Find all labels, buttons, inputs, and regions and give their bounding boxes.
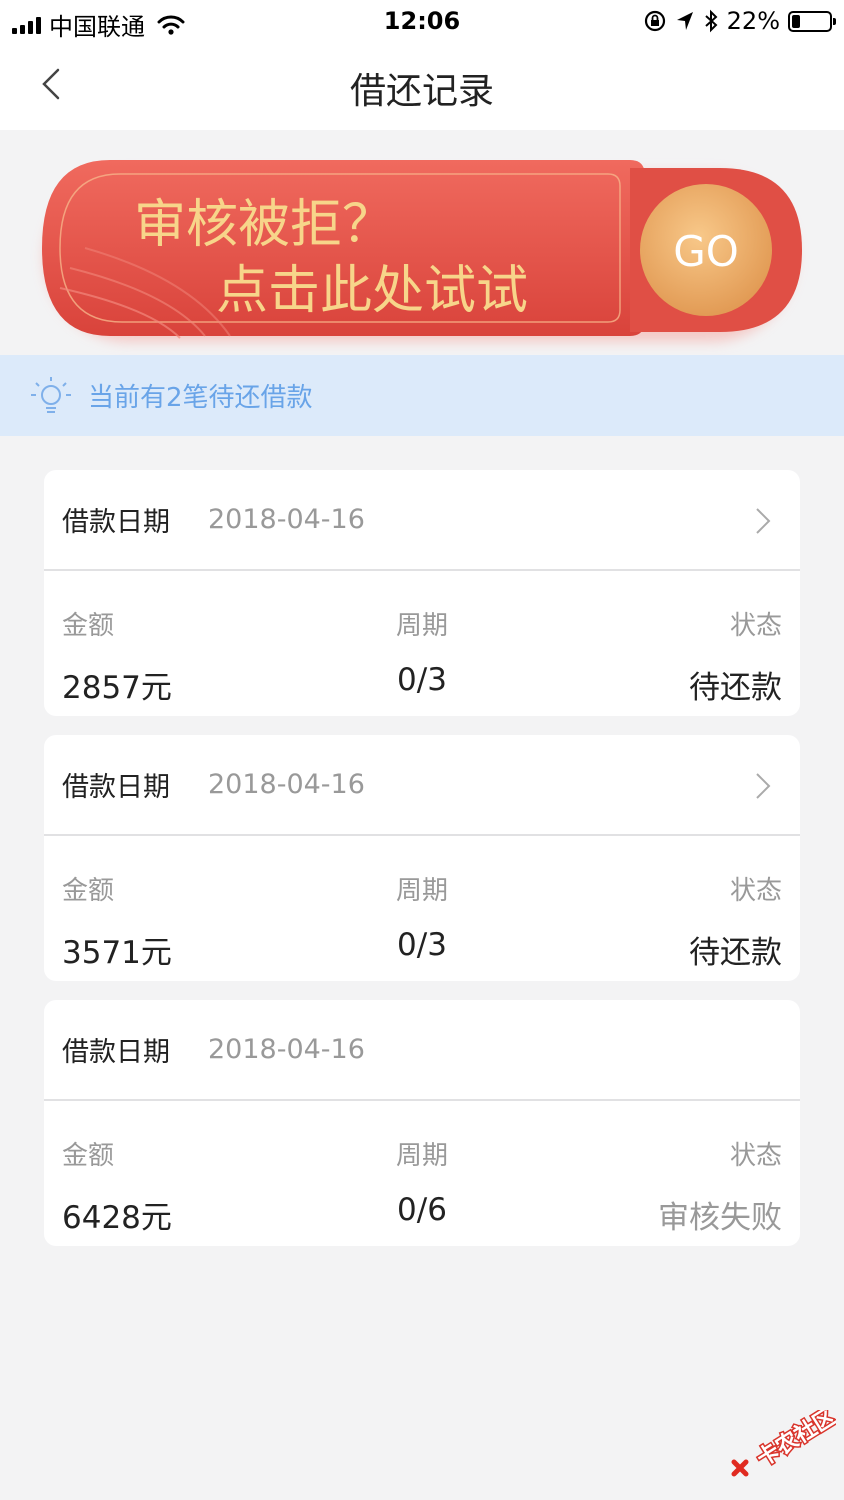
status-column: 状态 审核失败: [658, 1135, 782, 1237]
chevron-right-icon[interactable]: [748, 771, 778, 801]
battery-level: [792, 14, 800, 28]
banner-line1: 审核被拒？: [134, 195, 394, 255]
loan-date: 2018-04-16: [208, 1034, 365, 1065]
loan-card[interactable]: 借款日期 2018-04-16 金额 6428元 周期 0/6 状态 审核失败: [44, 1000, 800, 1246]
period-value: 0/3: [397, 927, 447, 963]
lightbulb-icon: [31, 376, 71, 413]
watermark-text: 卡农社区: [752, 1410, 836, 1472]
promo-banner[interactable]: GO 审核被拒？ 点击此处试试: [30, 148, 814, 358]
chevron-right-icon[interactable]: [748, 506, 778, 536]
status-column: 状态 待还款: [689, 870, 782, 972]
status-value: 待还款: [689, 670, 782, 706]
rotation-lock-icon: [644, 10, 665, 32]
go-label: GO: [673, 227, 739, 276]
period-label: 周期: [395, 876, 448, 906]
status-right: 22%: [643, 7, 836, 35]
loan-card-header: 借款日期 2018-04-16: [44, 735, 800, 836]
period-label: 周期: [395, 611, 448, 641]
status-value: 待还款: [689, 935, 782, 971]
status-label: 状态: [729, 1141, 782, 1171]
nav-bar: 借还记录: [0, 44, 844, 130]
period-column: 周期 0/3: [44, 870, 800, 963]
status-bar: 中国联通 12:06 22%: [0, 0, 844, 44]
loan-card-header: 借款日期 2018-04-16: [44, 470, 800, 571]
period-column: 周期 0/3: [44, 605, 800, 698]
status-column: 状态 待还款: [689, 605, 782, 707]
period-value: 0/3: [397, 662, 447, 698]
loan-date: 2018-04-16: [208, 504, 365, 535]
notice-text: 当前有2笔待还借款: [88, 383, 313, 413]
pending-notice: 当前有2笔待还借款: [0, 355, 844, 436]
loan-card[interactable]: 借款日期 2018-04-16 金额 3571元 周期 0/3 状态 待还款: [44, 735, 800, 981]
loan-card-body: 金额 3571元 周期 0/3 状态 待还款: [44, 836, 800, 981]
loan-card-header: 借款日期 2018-04-16: [44, 1000, 800, 1101]
loan-date: 2018-04-16: [208, 769, 365, 800]
status-label: 状态: [729, 876, 782, 906]
watermark-logo: 卡农社区: [731, 1410, 836, 1477]
loan-date-label: 借款日期: [62, 507, 170, 538]
battery-icon: [788, 10, 836, 32]
bluetooth-icon: [704, 9, 718, 33]
loan-date-label: 借款日期: [62, 772, 170, 803]
loan-card-body: 金额 6428元 周期 0/6 状态 审核失败: [44, 1101, 800, 1246]
battery-percent: 22%: [726, 7, 780, 35]
loan-date-label: 借款日期: [62, 1037, 170, 1068]
loan-card[interactable]: 借款日期 2018-04-16 金额 2857元 周期 0/3 状态 待还款: [44, 470, 800, 716]
page-title: 借还记录: [349, 71, 494, 112]
status-value: 审核失败: [658, 1200, 782, 1236]
status-label: 状态: [729, 611, 782, 641]
banner-line2: 点击此处试试: [216, 261, 528, 321]
location-icon: [676, 12, 693, 30]
loan-card-body: 金额 2857元 周期 0/3 状态 待还款: [44, 571, 800, 716]
